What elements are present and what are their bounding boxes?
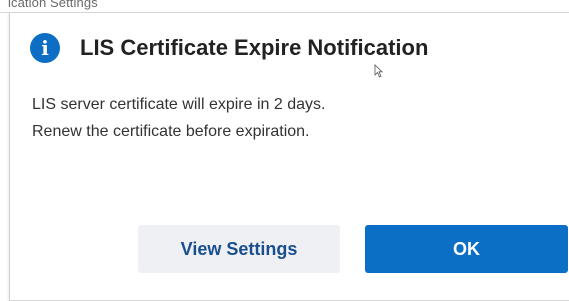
dialog-message: LIS server certificate will expire in 2 … [32, 91, 325, 145]
message-line: Renew the certificate before expiration. [32, 123, 310, 140]
notification-dialog: i LIS Certificate Expire Notification LI… [9, 13, 569, 301]
screen: ication Settings i LIS Certificate Expir… [0, 0, 569, 301]
view-settings-button[interactable]: View Settings [138, 225, 340, 273]
mouse-pointer-icon [374, 64, 383, 78]
background-window-title: ication Settings [8, 0, 98, 10]
dialog-title: LIS Certificate Expire Notification [80, 35, 429, 60]
info-icon: i [30, 33, 60, 63]
message-line: LIS server certificate will expire in 2 … [32, 96, 326, 113]
ok-button[interactable]: OK [365, 225, 568, 273]
dialog-header: i LIS Certificate Expire Notification [30, 33, 428, 63]
